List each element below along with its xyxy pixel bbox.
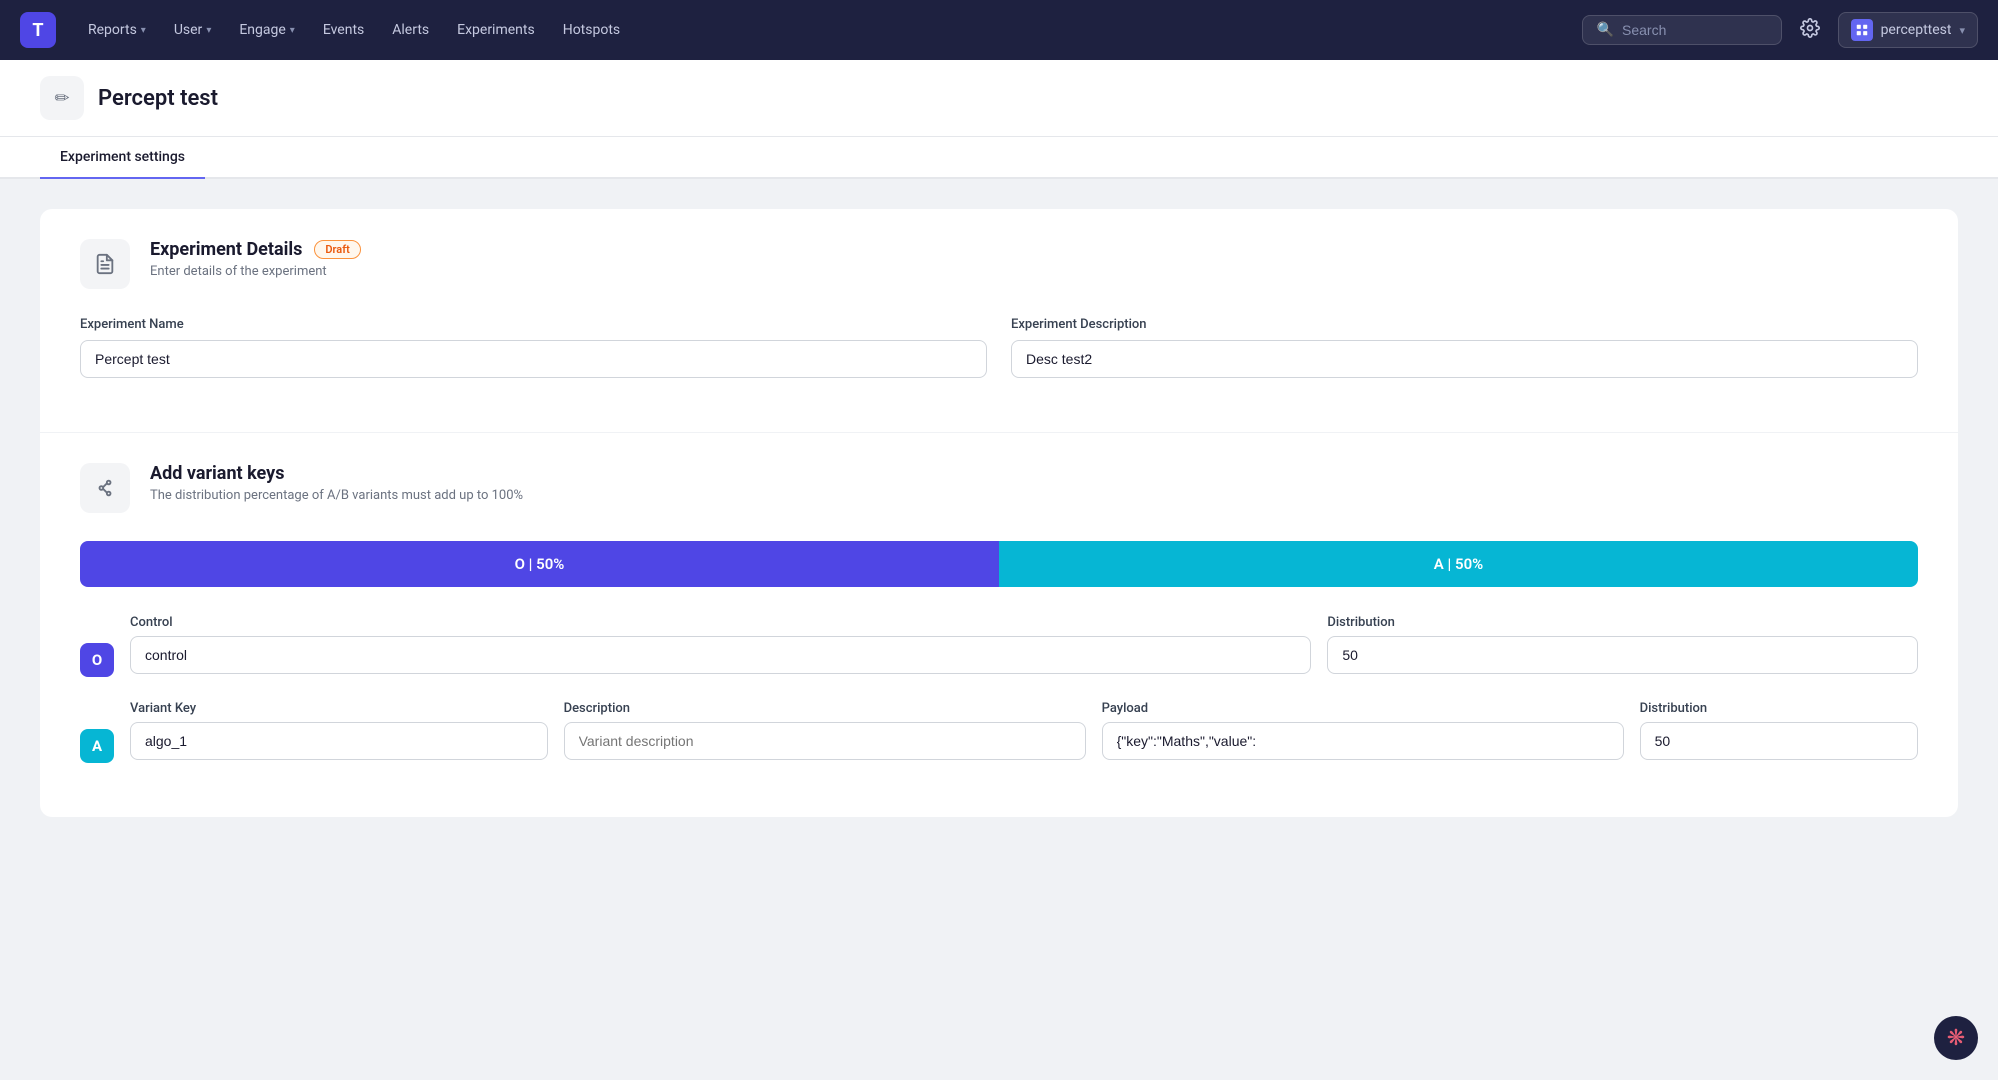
experiment-desc-label: Experiment Description xyxy=(1011,317,1918,332)
nav-experiments[interactable]: Experiments xyxy=(445,16,547,44)
variant-desc-field: Description xyxy=(564,701,1086,760)
variant-section-title: Add variant keys xyxy=(150,463,523,484)
draft-badge: Draft xyxy=(314,240,360,259)
control-dist-label: Distribution xyxy=(1327,615,1918,630)
nav-hotspots[interactable]: Hotspots xyxy=(551,16,632,44)
tab-experiment-settings[interactable]: Experiment settings xyxy=(40,137,205,179)
help-button[interactable]: ❋ xyxy=(1934,1016,1978,1060)
variant-a-badge: A xyxy=(80,729,114,763)
variant-distribution-bar: O | 50% A | 50% xyxy=(80,541,1918,587)
nav-reports[interactable]: Reports ▾ xyxy=(76,16,158,44)
section-title: Experiment Details xyxy=(150,239,302,260)
variant-payload-label: Payload xyxy=(1102,701,1624,716)
variant-icon xyxy=(80,463,130,513)
variant-desc-label: Description xyxy=(564,701,1086,716)
control-dist-input[interactable] xyxy=(1327,636,1918,674)
section-title-block: Experiment Details Draft Enter details o… xyxy=(150,239,361,279)
nav-items: Reports ▾ User ▾ Engage ▾ Events Alerts … xyxy=(76,16,1574,44)
search-box[interactable]: 🔍 xyxy=(1582,15,1782,45)
navbar: T Reports ▾ User ▾ Engage ▾ Events Alert… xyxy=(0,0,1998,60)
logo[interactable]: T xyxy=(20,12,56,48)
section-header: Experiment Details Draft Enter details o… xyxy=(80,239,1918,289)
variant-row: A Variant Key Description Payload xyxy=(80,701,1918,763)
chevron-down-icon: ▾ xyxy=(206,25,211,36)
tab-bar: Experiment settings xyxy=(0,137,1998,179)
experiment-name-group: Experiment Name xyxy=(80,317,987,378)
variant-section-subtitle: The distribution percentage of A/B varia… xyxy=(150,488,523,503)
experiment-desc-input[interactable] xyxy=(1011,340,1918,378)
search-icon: 🔍 xyxy=(1597,22,1614,38)
variant-dist-label: Distribution xyxy=(1640,701,1918,716)
nav-right: 🔍 percepttest ▾ xyxy=(1582,12,1978,48)
nav-engage[interactable]: Engage ▾ xyxy=(227,16,306,44)
control-badge: O xyxy=(80,643,114,677)
chevron-down-icon: ▾ xyxy=(1959,24,1965,37)
control-row: O Control Distribution xyxy=(80,615,1918,677)
user-name: percepttest xyxy=(1881,22,1952,38)
page-title: Percept test xyxy=(98,86,218,111)
variant-bar-o: O | 50% xyxy=(80,541,999,587)
experiment-name-label: Experiment Name xyxy=(80,317,987,332)
page-header: ✏ Percept test xyxy=(0,60,1998,137)
main-content: Experiment Details Draft Enter details o… xyxy=(0,179,1998,847)
variant-key-field: Variant Key xyxy=(130,701,548,760)
experiment-name-input[interactable] xyxy=(80,340,987,378)
control-dist-field: Distribution xyxy=(1327,615,1918,674)
variant-dist-field: Distribution xyxy=(1640,701,1918,760)
experiment-form-row: Experiment Name Experiment Description xyxy=(80,317,1918,378)
experiment-card: Experiment Details Draft Enter details o… xyxy=(40,209,1958,817)
nav-events[interactable]: Events xyxy=(311,16,376,44)
variant-a-fields: Variant Key Description Payload Distribu… xyxy=(130,701,1918,760)
variant-key-label: Variant Key xyxy=(130,701,548,716)
experiment-details-section: Experiment Details Draft Enter details o… xyxy=(40,209,1958,432)
variant-key-input[interactable] xyxy=(130,722,548,760)
section-subtitle: Enter details of the experiment xyxy=(150,264,361,279)
control-input[interactable] xyxy=(130,636,1311,674)
control-fields: Control Distribution xyxy=(130,615,1918,674)
variant-dist-input[interactable] xyxy=(1640,722,1918,760)
chevron-down-icon: ▾ xyxy=(290,25,295,36)
control-label: Control xyxy=(130,615,1311,630)
search-input[interactable] xyxy=(1622,22,1742,38)
variant-title-block: Add variant keys The distribution percen… xyxy=(150,463,523,503)
variant-desc-input[interactable] xyxy=(564,722,1086,760)
user-avatar xyxy=(1851,19,1873,41)
nav-user[interactable]: User ▾ xyxy=(162,16,224,44)
experiment-desc-group: Experiment Description xyxy=(1011,317,1918,378)
nav-alerts[interactable]: Alerts xyxy=(380,16,441,44)
user-menu[interactable]: percepttest ▾ xyxy=(1838,12,1978,48)
control-field: Control xyxy=(130,615,1311,674)
details-icon xyxy=(80,239,130,289)
variant-payload-input[interactable] xyxy=(1102,722,1624,760)
edit-icon[interactable]: ✏ xyxy=(40,76,84,120)
variant-section-header: Add variant keys The distribution percen… xyxy=(80,463,1918,513)
chevron-down-icon: ▾ xyxy=(141,25,146,36)
settings-button[interactable] xyxy=(1794,12,1826,48)
variant-keys-section: Add variant keys The distribution percen… xyxy=(40,433,1958,817)
variant-bar-a: A | 50% xyxy=(999,541,1918,587)
variant-payload-field: Payload xyxy=(1102,701,1624,760)
